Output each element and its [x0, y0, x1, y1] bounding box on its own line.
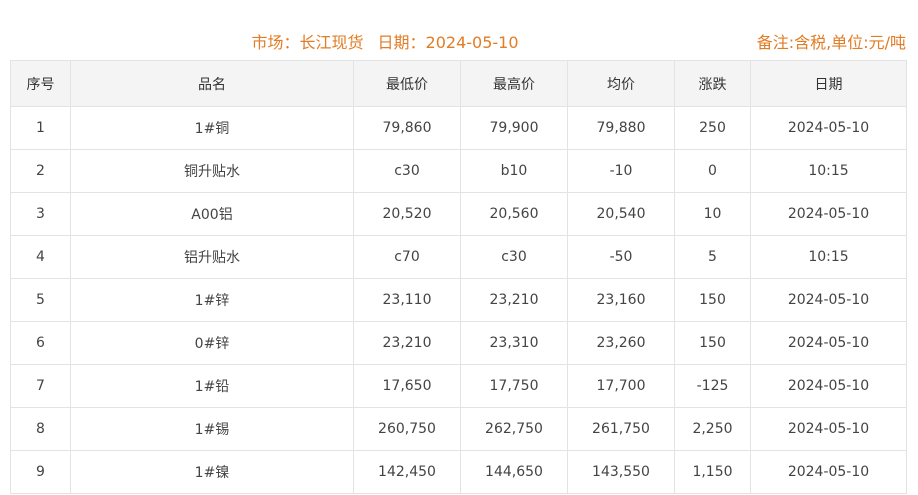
cell-low-price: 20,520	[353, 192, 461, 236]
cell-avg-price: 79,880	[567, 106, 675, 150]
cell-high-price: c30	[460, 235, 568, 279]
table-row: 9 1#镍 142,450 144,650 143,550 1,150 2024-05-10	[10, 450, 907, 494]
cell-avg-price: -50	[567, 235, 675, 279]
unit-note: 备注:含税,单位:元/吨	[756, 33, 906, 52]
col-header-change: 涨跌	[674, 60, 751, 107]
cell-name: 1#镍	[70, 450, 354, 494]
cell-no: 7	[10, 364, 71, 408]
cell-low-price: 260,750	[353, 407, 461, 451]
cell-high-price: 23,310	[460, 321, 568, 365]
table-body: 1 1#铜 79,860 79,900 79,880 250 2024-05-10 2 铜升贴水…	[10, 106, 907, 494]
col-header-low: 最低价	[353, 60, 461, 107]
table-row: 8 1#锡 260,750 262,750 261,750 2,250 2024-05-10	[10, 407, 907, 451]
cell-date: 2024-05-10	[750, 278, 907, 322]
cell-name: 1#锌	[70, 278, 354, 322]
cell-change: 5	[674, 235, 751, 279]
cell-change: 250	[674, 106, 751, 150]
cell-low-price: c30	[353, 149, 461, 193]
table-row: 1 1#铜 79,860 79,900 79,880 250 2024-05-10	[10, 106, 907, 150]
cell-date: 2024-05-10	[750, 106, 907, 150]
cell-name: 1#铜	[70, 106, 354, 150]
cell-no: 3	[10, 192, 71, 236]
cell-change: 150	[674, 321, 751, 365]
cell-date: 10:15	[750, 235, 907, 279]
cell-date: 10:15	[750, 149, 907, 193]
date-label: 日期：	[377, 33, 426, 52]
cell-no: 8	[10, 407, 71, 451]
cell-change: -125	[674, 364, 751, 408]
cell-low-price: 142,450	[353, 450, 461, 494]
cell-change: 10	[674, 192, 751, 236]
cell-no: 4	[10, 235, 71, 279]
cell-name: 铜升贴水	[70, 149, 354, 193]
cell-change: 1,150	[674, 450, 751, 494]
market-value: 长江现货	[299, 33, 364, 52]
cell-high-price: 20,560	[460, 192, 568, 236]
cell-low-price: c70	[353, 235, 461, 279]
cell-high-price: b10	[460, 149, 568, 193]
cell-avg-price: 261,750	[567, 407, 675, 451]
cell-date: 2024-05-10	[750, 450, 907, 494]
cell-no: 2	[10, 149, 71, 193]
col-header-no: 序号	[10, 60, 71, 107]
cell-high-price: 17,750	[460, 364, 568, 408]
cell-date: 2024-05-10	[750, 407, 907, 451]
table-row: 5 1#锌 23,110 23,210 23,160 150 2024-05-10	[10, 278, 907, 322]
table-row: 3 A00铝 20,520 20,560 20,540 10 2024-05-10	[10, 192, 907, 236]
cell-no: 5	[10, 278, 71, 322]
table-header: 序号 品名 最低价 最高价 均价 涨跌 日期	[10, 60, 907, 107]
cell-avg-price: 143,550	[567, 450, 675, 494]
market-info: 市场：长江现货 日期：2024-05-10	[0, 29, 770, 53]
cell-high-price: 144,650	[460, 450, 568, 494]
cell-high-price: 262,750	[460, 407, 568, 451]
cell-avg-price: 17,700	[567, 364, 675, 408]
col-header-avg: 均价	[567, 60, 675, 107]
table-row: 7 1#铅 17,650 17,750 17,700 -125 2024-05-10	[10, 364, 907, 408]
cell-change: 2,250	[674, 407, 751, 451]
cell-name: 1#锡	[70, 407, 354, 451]
cell-change: 150	[674, 278, 751, 322]
cell-low-price: 79,860	[353, 106, 461, 150]
market-label: 市场：	[251, 33, 300, 52]
cell-date: 2024-05-10	[750, 364, 907, 408]
date-value: 2024-05-10	[425, 33, 519, 52]
cell-change: 0	[674, 149, 751, 193]
cell-avg-price: 23,260	[567, 321, 675, 365]
cell-low-price: 23,110	[353, 278, 461, 322]
cell-avg-price: 23,160	[567, 278, 675, 322]
cell-no: 6	[10, 321, 71, 365]
cell-name: A00铝	[70, 192, 354, 236]
cell-avg-price: -10	[567, 149, 675, 193]
cell-high-price: 79,900	[460, 106, 568, 150]
cell-name: 铝升贴水	[70, 235, 354, 279]
col-header-date: 日期	[750, 60, 907, 107]
col-header-name: 品名	[70, 60, 354, 107]
cell-avg-price: 20,540	[567, 192, 675, 236]
col-header-high: 最高价	[460, 60, 568, 107]
cell-low-price: 23,210	[353, 321, 461, 365]
cell-name: 0#锌	[70, 321, 354, 365]
cell-date: 2024-05-10	[750, 192, 907, 236]
price-table: 序号 品名 最低价 最高价 均价 涨跌 日期 1 1#铜 79,860 79,900 7…	[10, 60, 907, 494]
cell-no: 9	[10, 450, 71, 494]
cell-date: 2024-05-10	[750, 321, 907, 365]
header-bar: 市场：长江现货 日期：2024-05-10 备注:含税,单位:元/吨	[0, 0, 918, 60]
cell-name: 1#铅	[70, 364, 354, 408]
cell-low-price: 17,650	[353, 364, 461, 408]
table-row: 2 铜升贴水 c30 b10 -10 0 10:15	[10, 149, 907, 193]
cell-high-price: 23,210	[460, 278, 568, 322]
table-row: 6 0#锌 23,210 23,310 23,260 150 2024-05-10	[10, 321, 907, 365]
header-row: 序号 品名 最低价 最高价 均价 涨跌 日期	[10, 60, 907, 107]
cell-no: 1	[10, 106, 71, 150]
table-row: 4 铝升贴水 c70 c30 -50 5 10:15	[10, 235, 907, 279]
